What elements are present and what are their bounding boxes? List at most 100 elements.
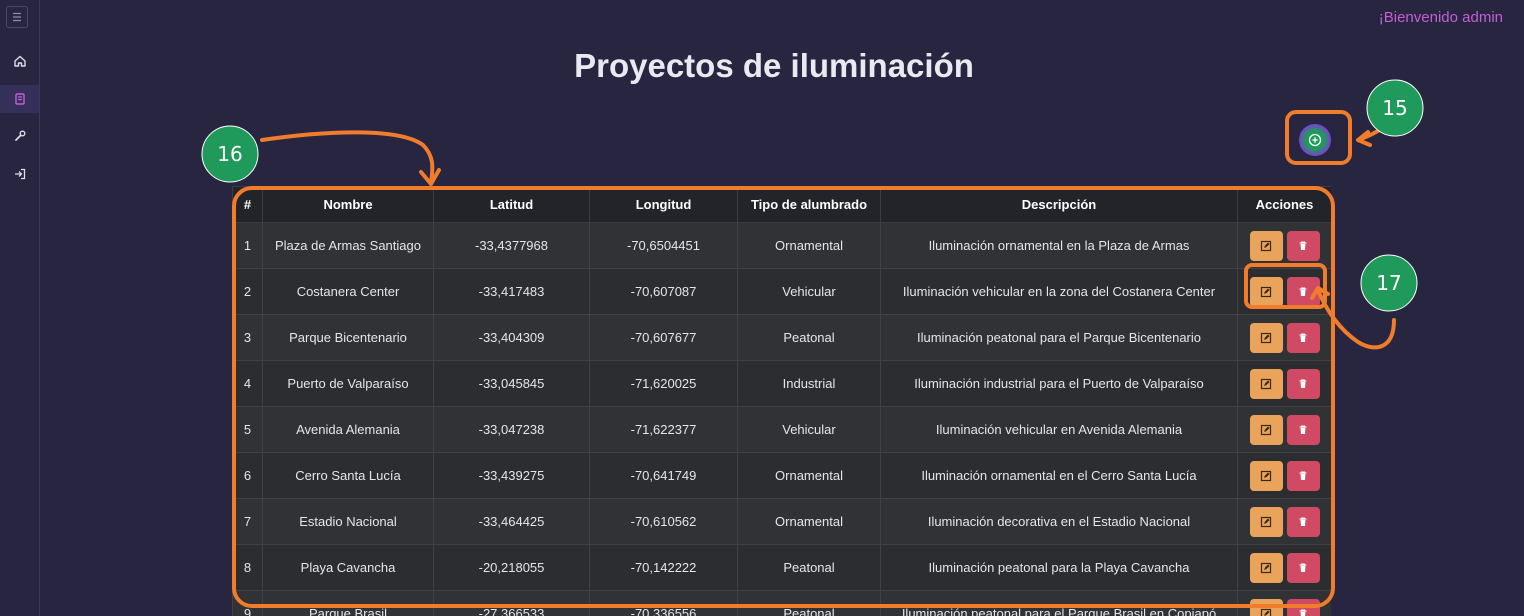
edit-icon: [1260, 332, 1272, 343]
edit-button[interactable]: [1249, 276, 1283, 307]
row-actions: [1239, 368, 1330, 399]
row-actions: [1239, 598, 1330, 616]
badge-15-label: 15: [1382, 96, 1407, 120]
cell-longitude: -71,622377: [589, 406, 738, 453]
table-row: 6 Cerro Santa Lucía -33,439275 -70,641749 Or…: [232, 452, 1331, 499]
cell-longitude: -70,607677: [589, 314, 738, 361]
table-row: 5 Avenida Alemania -33,047238 -71,622377 Veh…: [232, 406, 1331, 453]
cell-latitude: -33,439275: [433, 452, 590, 499]
page-title: Proyectos de iluminación: [574, 47, 974, 84]
badge-16-label: 16: [217, 142, 242, 166]
edit-icon: [1260, 286, 1272, 297]
cell-longitude: -70,336556: [589, 590, 738, 616]
column-header-longitude: Longitud: [589, 186, 738, 223]
cell-latitude: -33,464425: [433, 498, 590, 545]
cell-actions: [1237, 452, 1331, 499]
column-header-description: Descripción: [880, 186, 1238, 223]
column-header-name: Nombre: [262, 186, 434, 223]
cell-actions: [1237, 360, 1331, 407]
row-actions: [1239, 552, 1330, 583]
delete-button[interactable]: [1286, 552, 1320, 583]
badge-15: [1366, 79, 1424, 137]
cell-description: Iluminación vehicular en Avenida Alemani…: [880, 406, 1238, 453]
add-project-button[interactable]: [1299, 124, 1331, 156]
column-header-index: #: [232, 186, 263, 223]
edit-button[interactable]: [1249, 322, 1283, 353]
sidebar-item-logout[interactable]: [0, 160, 39, 188]
sidebar: [0, 0, 40, 616]
menu-toggle-button[interactable]: [6, 6, 28, 28]
cell-actions: [1237, 590, 1331, 616]
welcome-text: ¡Bienvenido admin: [1378, 9, 1503, 26]
book-icon: [14, 93, 25, 105]
edit-button[interactable]: [1249, 598, 1283, 616]
delete-button[interactable]: [1286, 322, 1320, 353]
edit-button[interactable]: [1249, 230, 1283, 261]
edit-button[interactable]: [1249, 506, 1283, 537]
delete-button[interactable]: [1286, 460, 1320, 491]
edit-icon: [1260, 470, 1272, 481]
badge-17: [1360, 254, 1418, 312]
row-actions: [1239, 460, 1330, 491]
cell-longitude: -70,610562: [589, 498, 738, 545]
table-row: 3 Parque Bicentenario -33,404309 -70,607677…: [232, 314, 1331, 361]
cell-index: 2: [232, 268, 263, 315]
cell-actions: [1237, 498, 1331, 545]
sidebar-item-settings[interactable]: [0, 122, 39, 150]
table-row: 8 Playa Cavancha -20,218055 -70,142222 Peato…: [232, 544, 1331, 591]
sign-out-icon: [14, 168, 25, 180]
table-row: 9 Parque Brasil -27,366533 -70,336556 Peaton…: [232, 590, 1331, 616]
row-actions: [1239, 276, 1330, 307]
delete-button[interactable]: [1286, 414, 1320, 445]
edit-button[interactable]: [1249, 414, 1283, 445]
column-header-latitude: Latitud: [433, 186, 590, 223]
delete-button[interactable]: [1286, 506, 1320, 537]
badge-16: [201, 125, 259, 183]
cell-latitude: -33,4377968: [433, 222, 590, 269]
table-row: 1 Plaza de Armas Santiago -33,4377968 -70,6…: [232, 222, 1331, 269]
cell-name: Avenida Alemania: [262, 406, 434, 453]
projects-table: # Nombre Latitud Longitud Tipo de alumbr…: [232, 186, 1331, 616]
cell-latitude: -33,045845: [433, 360, 590, 407]
cell-latitude: -33,404309: [433, 314, 590, 361]
cell-description: Iluminación peatonal para la Playa Cavan…: [880, 544, 1238, 591]
cell-name: Puerto de Valparaíso: [262, 360, 434, 407]
delete-button[interactable]: [1286, 598, 1320, 616]
trash-icon: [1299, 240, 1307, 250]
row-actions: [1239, 322, 1330, 353]
trash-icon: [1299, 608, 1307, 616]
cell-index: 6: [232, 452, 263, 499]
cell-longitude: -71,620025: [589, 360, 738, 407]
cell-actions: [1237, 222, 1331, 269]
cell-longitude: -70,142222: [589, 544, 738, 591]
cell-name: Parque Bicentenario: [262, 314, 434, 361]
cell-actions: [1237, 406, 1331, 453]
cell-lighting-type: Ornamental: [737, 452, 881, 499]
delete-button[interactable]: [1286, 276, 1320, 307]
cell-latitude: -33,047238: [433, 406, 590, 453]
trash-icon: [1299, 470, 1307, 480]
cell-index: 8: [232, 544, 263, 591]
wrench-icon: [14, 130, 25, 141]
sidebar-item-projects[interactable]: [0, 85, 39, 113]
trash-icon: [1299, 562, 1307, 572]
cell-name: Estadio Nacional: [262, 498, 434, 545]
arrow-15: [1356, 121, 1393, 147]
plus-circle-icon: [1308, 133, 1322, 147]
cell-name: Playa Cavancha: [262, 544, 434, 591]
cell-name: Costanera Center: [262, 268, 434, 315]
trash-icon: [1299, 332, 1307, 342]
cell-index: 4: [232, 360, 263, 407]
cell-lighting-type: Ornamental: [737, 498, 881, 545]
trash-icon: [1299, 286, 1307, 296]
delete-button[interactable]: [1286, 368, 1320, 399]
cell-lighting-type: Peatonal: [737, 590, 881, 616]
cell-longitude: -70,607087: [589, 268, 738, 315]
edit-button[interactable]: [1249, 460, 1283, 491]
delete-button[interactable]: [1286, 230, 1320, 261]
cell-latitude: -27,366533: [433, 590, 590, 616]
trash-icon: [1299, 516, 1307, 526]
cell-description: Iluminación peatonal para el Parque Bice…: [880, 314, 1238, 361]
edit-button[interactable]: [1249, 368, 1283, 399]
edit-button[interactable]: [1249, 552, 1283, 583]
